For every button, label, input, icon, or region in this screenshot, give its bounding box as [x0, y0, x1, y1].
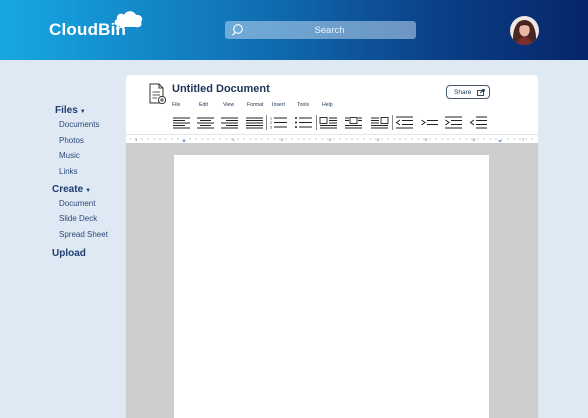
ruler[interactable]: 1 1 2 3 4 5 6 7 — [126, 135, 538, 143]
user-avatar-icon — [510, 16, 539, 45]
menu-format[interactable]: Format — [247, 102, 263, 108]
ruler-number: 1 — [232, 137, 235, 142]
sidebar-item-slide-deck[interactable]: Slide Deck — [59, 214, 97, 223]
ruler-number: 2 — [281, 137, 284, 142]
menu-edit[interactable]: Edit — [199, 102, 208, 108]
svg-text:3: 3 — [270, 126, 272, 130]
image-center-wrap-icon[interactable] — [344, 115, 363, 130]
chevron-down-icon: ▼ — [85, 188, 92, 194]
avatar[interactable] — [510, 16, 539, 45]
chevron-down-icon: ▼ — [79, 109, 86, 115]
ruler-number: 5 — [425, 137, 428, 142]
sidebar-item-document[interactable]: Document — [59, 199, 95, 208]
sidebar-item-links[interactable]: Links — [59, 167, 78, 176]
image-left-wrap-icon[interactable] — [319, 115, 338, 130]
ruler-number: 6 — [473, 137, 476, 142]
sidebar-create[interactable]: Create ▼ — [52, 184, 91, 195]
sidebar-upload[interactable]: Upload — [52, 248, 86, 259]
toolbar-divider — [266, 115, 267, 130]
toolbar-divider — [316, 115, 317, 130]
outdent-icon[interactable] — [395, 115, 414, 130]
menu-view[interactable]: View — [223, 102, 234, 108]
indent-first-line-icon[interactable] — [444, 115, 463, 130]
menu-tools[interactable]: Tools — [297, 102, 309, 108]
ruler-number: 4 — [377, 137, 380, 142]
ruler-number: 7 — [522, 137, 525, 142]
numbered-list-icon[interactable]: 123 — [269, 115, 288, 130]
share-label: Share — [454, 88, 472, 96]
document-icon — [149, 83, 167, 105]
svg-text:2: 2 — [270, 121, 272, 125]
ruler-number: 1 — [135, 137, 138, 142]
share-icon — [477, 89, 485, 96]
top-bar: CloudBin — [0, 0, 588, 60]
align-justify-icon[interactable] — [245, 115, 264, 130]
menu-help[interactable]: Help — [322, 102, 333, 108]
document-page[interactable] — [174, 155, 489, 418]
sidebar-item-music[interactable]: Music — [59, 151, 80, 160]
share-button[interactable]: Share — [446, 85, 490, 99]
document-canvas — [126, 143, 538, 418]
align-right-icon[interactable] — [220, 115, 239, 130]
svg-text:1: 1 — [270, 117, 272, 121]
search-input[interactable] — [247, 21, 412, 39]
indent-icon[interactable] — [420, 115, 439, 130]
outdent-first-line-icon[interactable] — [469, 115, 488, 130]
image-right-wrap-icon[interactable] — [370, 115, 389, 130]
align-center-icon[interactable] — [196, 115, 215, 130]
formatting-toolbar: 123 — [172, 115, 492, 131]
toolbar-divider — [392, 115, 393, 130]
menu-file[interactable]: File — [172, 102, 180, 108]
sidebar-item-photos[interactable]: Photos — [59, 136, 84, 145]
align-left-icon[interactable] — [172, 115, 191, 130]
sidebar-files[interactable]: Files ▼ — [55, 105, 86, 116]
sidebar-create-label: Create — [52, 184, 84, 195]
bullet-list-icon[interactable] — [294, 115, 313, 130]
ruler-number: 3 — [329, 137, 332, 142]
search-icon[interactable] — [231, 23, 245, 37]
cloud-icon — [113, 11, 143, 31]
menu-insert[interactable]: Insert — [272, 102, 285, 108]
search-bar[interactable] — [225, 21, 416, 39]
document-editor: Untitled Document File Edit View Format … — [126, 75, 538, 418]
sidebar-files-label: Files — [55, 105, 78, 116]
document-title[interactable]: Untitled Document — [172, 83, 270, 95]
sidebar-item-documents[interactable]: Documents — [59, 120, 99, 129]
sidebar-item-spread-sheet[interactable]: Spread Sheet — [59, 230, 108, 239]
